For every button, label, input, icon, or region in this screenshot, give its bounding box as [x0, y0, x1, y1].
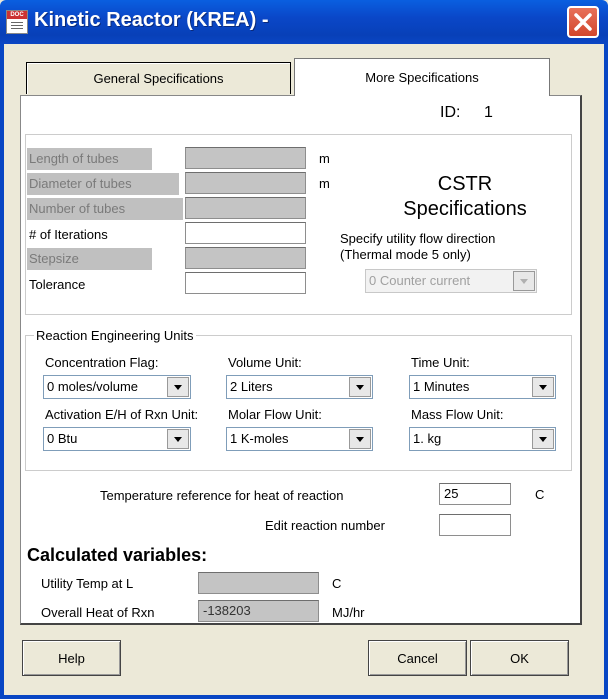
ok-button[interactable]: OK	[470, 640, 569, 676]
cancel-button[interactable]: Cancel	[368, 640, 467, 676]
chevron-down-icon[interactable]	[532, 377, 554, 397]
molar-flow-unit-value: 1 K-moles	[230, 431, 289, 446]
window-frame-bottom	[0, 695, 608, 699]
chevron-down-icon[interactable]	[349, 377, 371, 397]
utility-temp-unit: C	[332, 576, 342, 591]
diameter-of-tubes-input	[185, 172, 306, 194]
help-button[interactable]: Help	[22, 640, 121, 676]
activation-unit-select[interactable]: 0 Btu	[43, 427, 191, 451]
concentration-flag-value: 0 moles/volume	[47, 379, 139, 394]
overall-heat-unit: MJ/hr	[332, 605, 365, 620]
length-unit: m	[319, 151, 330, 166]
concentration-flag-select[interactable]: 0 moles/volume	[43, 375, 191, 399]
utility-flow-value: 0 Counter current	[369, 273, 471, 288]
cstr-heading-line1: CSTR	[437, 173, 493, 195]
activation-unit-value: 0 Btu	[47, 431, 78, 446]
doc-icon: DOC	[6, 10, 28, 34]
stepsize-input	[185, 247, 306, 269]
chevron-down-icon[interactable]	[167, 429, 189, 449]
iterations-input[interactable]	[185, 222, 306, 244]
close-button[interactable]	[567, 6, 599, 38]
cstr-heading-line2: Specifications	[403, 198, 527, 220]
overall-heat-output: -138203	[198, 600, 319, 622]
concentration-flag-label: Concentration Flag:	[45, 355, 159, 370]
window-frame-right	[604, 44, 608, 699]
length-of-tubes-input	[185, 147, 306, 169]
diameter-unit: m	[319, 176, 330, 191]
mass-flow-unit-select[interactable]: 1. kg	[409, 427, 556, 451]
chevron-down-icon[interactable]	[167, 377, 189, 397]
utility-flow-label-line1: Specify utility flow direction	[340, 231, 496, 246]
molar-flow-unit-label: Molar Flow Unit:	[228, 407, 322, 422]
utility-flow-label-line2: (Thermal mode 5 only)	[340, 247, 471, 262]
reaction-units-legend: Reaction Engineering Units	[34, 328, 196, 343]
chevron-down-icon[interactable]	[532, 429, 554, 449]
window-title: Kinetic Reactor (KREA) -	[34, 9, 269, 31]
tab-general-specifications[interactable]: General Specifications	[26, 62, 291, 94]
chevron-down-icon[interactable]	[349, 429, 371, 449]
mass-flow-unit-label: Mass Flow Unit:	[411, 407, 504, 422]
activation-unit-label: Activation E/H of Rxn Unit:	[45, 407, 199, 422]
tolerance-input[interactable]	[185, 272, 306, 294]
volume-unit-value: 2 Liters	[230, 379, 273, 394]
iterations-label: # of Iterations	[29, 227, 108, 242]
id-label: ID:	[440, 104, 461, 121]
chevron-down-icon	[513, 271, 535, 291]
edit-rxn-label: Edit reaction number	[265, 518, 385, 533]
temp-ref-unit: C	[535, 487, 545, 502]
cstr-heading: CSTR Specifications	[365, 172, 565, 222]
edit-rxn-input[interactable]	[439, 514, 511, 536]
volume-unit-label: Volume Unit:	[228, 355, 302, 370]
doc-icon-text: DOC	[7, 11, 27, 19]
overall-heat-label: Overall Heat of Rxn	[41, 605, 155, 620]
molar-flow-unit-select[interactable]: 1 K-moles	[226, 427, 373, 451]
window-frame-left	[0, 44, 4, 699]
time-unit-label: Time Unit:	[411, 355, 470, 370]
id-value: 1	[484, 104, 493, 121]
temp-ref-label: Temperature reference for heat of reacti…	[100, 488, 344, 503]
temp-ref-value: 25	[444, 486, 459, 501]
utility-flow-label: Specify utility flow direction (Thermal …	[340, 231, 495, 263]
volume-unit-select[interactable]: 2 Liters	[226, 375, 373, 399]
mass-flow-unit-value: 1. kg	[413, 431, 442, 446]
number-of-tubes-label: Number of tubes	[27, 198, 183, 220]
stepsize-label: Stepsize	[27, 248, 152, 270]
number-of-tubes-input	[185, 197, 306, 219]
overall-heat-value: -138203	[203, 603, 251, 618]
utility-flow-select: 0 Counter current	[365, 269, 537, 293]
temp-ref-input[interactable]: 25	[439, 483, 511, 505]
tolerance-label: Tolerance	[29, 277, 86, 292]
close-icon	[574, 13, 592, 31]
calculated-title: Calculated variables:	[27, 545, 208, 565]
diameter-of-tubes-label: Diameter of tubes	[27, 173, 179, 195]
utility-temp-output	[198, 572, 319, 594]
tab-more-specifications[interactable]: More Specifications	[294, 58, 550, 96]
time-unit-select[interactable]: 1 Minutes	[409, 375, 556, 399]
time-unit-value: 1 Minutes	[413, 379, 470, 394]
utility-temp-label: Utility Temp at L	[41, 576, 134, 591]
length-of-tubes-label: Length of tubes	[27, 148, 152, 170]
